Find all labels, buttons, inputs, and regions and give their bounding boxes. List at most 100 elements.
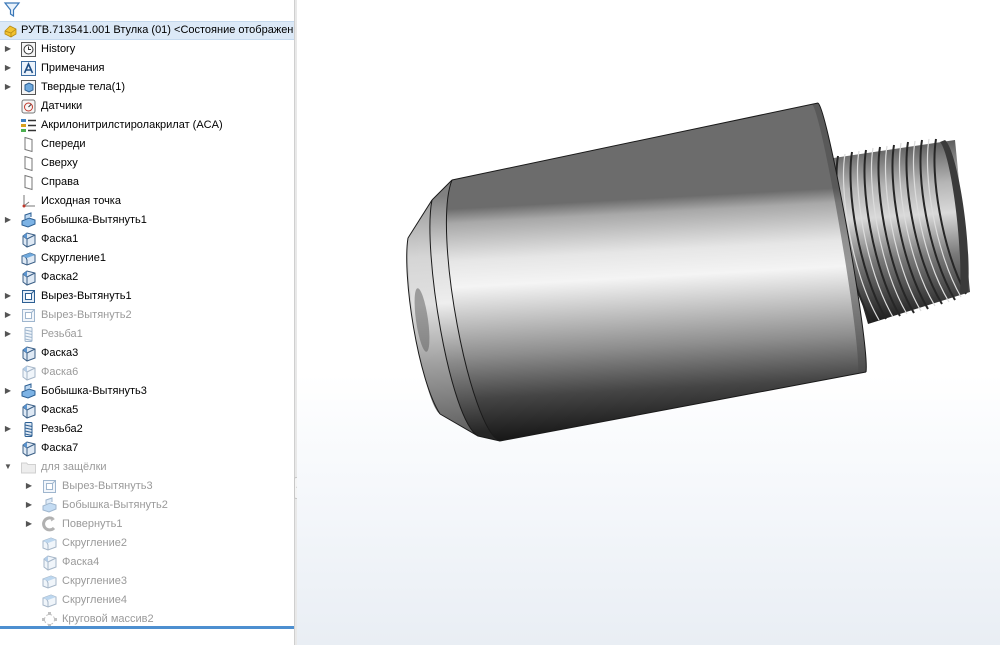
- revolve-icon: [41, 516, 58, 533]
- expand-chevron-icon[interactable]: ▶: [3, 386, 13, 396]
- solid-bodies-icon: [20, 79, 37, 96]
- tree-item-label: Фаска5: [41, 404, 79, 416]
- feature-manager-tree: РУТВ.713541.001 Втулка (01) <Состояние о…: [0, 0, 294, 645]
- plane-icon: [20, 136, 37, 153]
- tree-item-label: Вырез-Вытянуть3: [62, 480, 153, 492]
- tree-item[interactable]: Фаска6: [0, 363, 294, 382]
- expand-chevron-icon[interactable]: ▶: [3, 291, 13, 301]
- tree-item[interactable]: ▶ Бобышка-Вытянуть1: [0, 211, 294, 230]
- tree-item-label: Справа: [41, 176, 79, 188]
- collapse-chevron-icon[interactable]: ▼: [3, 462, 13, 472]
- fillet-icon: [41, 535, 58, 552]
- expand-chevron-icon[interactable]: ▶: [24, 500, 34, 510]
- tree-item-label: Бобышка-Вытянуть2: [62, 499, 168, 511]
- plane-icon: [20, 174, 37, 191]
- tree-item[interactable]: ▶ Повернуть1: [0, 515, 294, 534]
- chamfer-icon: [41, 554, 58, 571]
- cut-extrude-icon: [20, 307, 37, 324]
- tree-item-label: Твердые тела(1): [41, 81, 126, 93]
- tree-item-label: Акрилонитрилстиролакрилат (ACA): [41, 119, 223, 131]
- part-root-node[interactable]: РУТВ.713541.001 Втулка (01) <Состояние о…: [0, 21, 294, 40]
- tree-item[interactable]: ▶ Примечания: [0, 59, 294, 78]
- tree-item-label: Бобышка-Вытянуть3: [41, 385, 147, 397]
- chamfer-icon: [20, 402, 37, 419]
- chamfer-icon: [20, 440, 37, 457]
- tree-item-label: Фаска3: [41, 347, 79, 359]
- tree-item[interactable]: Акрилонитрилстиролакрилат (ACA): [0, 116, 294, 135]
- tree-item[interactable]: Скругление1: [0, 249, 294, 268]
- tree-item-label: Скругление3: [62, 575, 128, 587]
- tree-item[interactable]: Фаска1: [0, 230, 294, 249]
- fillet-icon: [20, 250, 37, 267]
- boss-extrude-icon: [20, 383, 37, 400]
- material-icon: [20, 117, 37, 134]
- boss-extrude-icon: [20, 212, 37, 229]
- tree-item[interactable]: ▶ Бобышка-Вытянуть3: [0, 382, 294, 401]
- tree-item[interactable]: ▶ Твердые тела(1): [0, 78, 294, 97]
- expand-chevron-icon[interactable]: ▶: [24, 519, 34, 529]
- annotations-icon: [20, 60, 37, 77]
- tree-item[interactable]: ▶ Вырез-Вытянуть3: [0, 477, 294, 496]
- tree-item[interactable]: Исходная точка: [0, 192, 294, 211]
- tree-item[interactable]: ▶ Бобышка-Вытянуть2: [0, 496, 294, 515]
- tree-item-label: Фаска4: [62, 556, 100, 568]
- tree-item-label: Фаска7: [41, 442, 79, 454]
- graphics-viewport[interactable]: [297, 0, 1000, 645]
- tree-item-label: Повернуть1: [62, 518, 123, 530]
- origin-icon: [20, 193, 37, 210]
- tree-item-label: Спереди: [41, 138, 86, 150]
- tree-item[interactable]: Скругление3: [0, 572, 294, 591]
- chamfer-icon: [20, 269, 37, 286]
- tree-item[interactable]: ▶ Вырез-Вытянуть1: [0, 287, 294, 306]
- expand-chevron-icon[interactable]: ▶: [3, 44, 13, 54]
- chamfer-icon: [20, 345, 37, 362]
- expand-chevron-icon[interactable]: ▶: [3, 329, 13, 339]
- tree-item[interactable]: Справа: [0, 173, 294, 192]
- tree-item[interactable]: Скругление2: [0, 534, 294, 553]
- tree-item[interactable]: Скругление4: [0, 591, 294, 610]
- cut-extrude-icon: [20, 288, 37, 305]
- tree-item[interactable]: Фаска2: [0, 268, 294, 287]
- tree-item-label: для защёлки: [41, 461, 107, 473]
- part-root-label: РУТВ.713541.001 Втулка (01) <Состояние о…: [21, 24, 293, 36]
- tree-item[interactable]: ▶ History: [0, 40, 294, 59]
- expand-chevron-icon[interactable]: ▶: [3, 82, 13, 92]
- tree-item-label: Сверху: [41, 157, 78, 169]
- tree-item[interactable]: Фаска3: [0, 344, 294, 363]
- plane-icon: [20, 155, 37, 172]
- tree-item-label: Скругление2: [62, 537, 128, 549]
- tree-item[interactable]: Спереди: [0, 135, 294, 154]
- tree-item-label: Исходная точка: [41, 195, 121, 207]
- expand-chevron-icon[interactable]: ▶: [3, 310, 13, 320]
- expand-chevron-icon[interactable]: ▶: [3, 63, 13, 73]
- expand-chevron-icon[interactable]: ▶: [3, 215, 13, 225]
- tree-item[interactable]: Датчики: [0, 97, 294, 116]
- tree-scroll-indicator: [0, 626, 294, 629]
- tree-item-label: Круговой массив2: [62, 613, 154, 625]
- tree-item[interactable]: Фаска7: [0, 439, 294, 458]
- chamfer-icon: [20, 231, 37, 248]
- tree-item-label: Фаска1: [41, 233, 79, 245]
- tree-item[interactable]: ▼ для защёлки: [0, 458, 294, 477]
- tree-item-label: Фаска6: [41, 366, 79, 378]
- history-icon: [20, 41, 37, 58]
- tree-item[interactable]: Фаска5: [0, 401, 294, 420]
- tree-item[interactable]: ▶ Резьба2: [0, 420, 294, 439]
- thread-icon: [20, 421, 37, 438]
- tree-item[interactable]: Сверху: [0, 154, 294, 173]
- part-3d-model: [406, 102, 970, 442]
- boss-extrude-icon: [41, 497, 58, 514]
- folder-icon: [20, 459, 37, 476]
- part-icon: [2, 22, 19, 39]
- tree-item[interactable]: ▶ Вырез-Вытянуть2: [0, 306, 294, 325]
- tree-item[interactable]: ▶ Резьба1: [0, 325, 294, 344]
- sensors-icon: [20, 98, 37, 115]
- tree-item[interactable]: Фаска4: [0, 553, 294, 572]
- expand-chevron-icon[interactable]: ▶: [3, 424, 13, 434]
- expand-chevron-icon[interactable]: ▶: [24, 481, 34, 491]
- cylinder-body: [446, 103, 867, 441]
- filter-icon[interactable]: [3, 1, 21, 19]
- tree-item-label: Бобышка-Вытянуть1: [41, 214, 147, 226]
- tree-item-label: History: [41, 43, 76, 55]
- fillet-icon: [41, 573, 58, 590]
